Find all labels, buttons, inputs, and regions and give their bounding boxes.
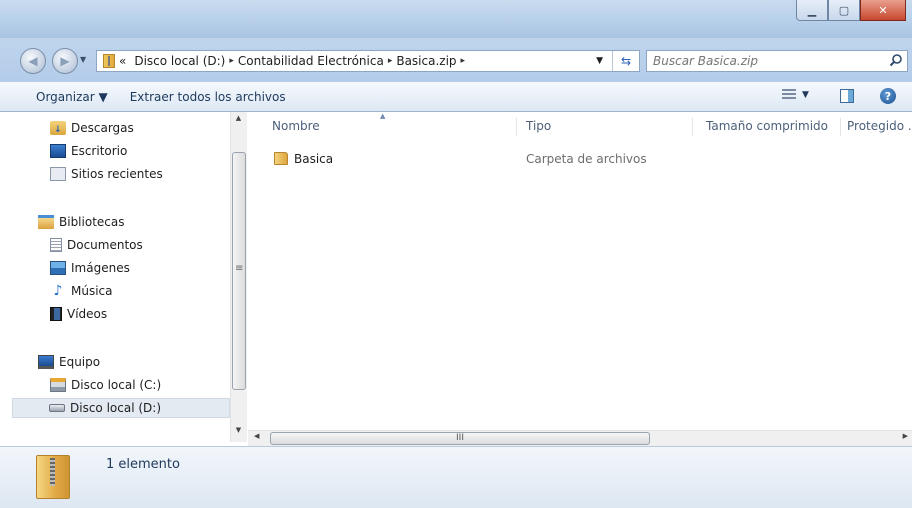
breadcrumb-basica-zip[interactable]: Basica.zip [392, 54, 460, 68]
scroll-left-button[interactable]: ◀ [254, 432, 259, 440]
file-type: Carpeta de archivos [526, 152, 647, 166]
search-icon[interactable] [889, 53, 903, 70]
column-header-protegido[interactable]: Protegido . [847, 114, 912, 138]
column-divider[interactable] [516, 118, 517, 136]
forward-button[interactable]: ▶ [52, 48, 78, 74]
sidebar-item-videos[interactable]: Vídeos [50, 304, 230, 324]
column-divider[interactable] [840, 118, 841, 136]
scroll-right-button[interactable]: ▶ [903, 432, 908, 440]
sidebar-item-label: Vídeos [67, 307, 108, 321]
sidebar-item-disco-d[interactable]: Disco local (D:) [12, 398, 230, 418]
caption-buttons: ▁ ▢ ✕ [796, 0, 906, 22]
system-drive-icon [50, 378, 66, 392]
back-arrow-icon: ◀ [28, 54, 38, 68]
pictures-icon [50, 261, 66, 275]
back-button[interactable]: ◀ [20, 48, 46, 74]
sidebar-item-disco-c[interactable]: Disco local (C:) [50, 375, 230, 395]
sidebar-item-label: Disco local (C:) [71, 378, 162, 392]
maximize-button[interactable]: ▢ [828, 0, 860, 21]
recent-pages-dropdown[interactable]: ▼ [80, 55, 86, 64]
desktop-icon [50, 144, 66, 158]
scroll-grip-icon: ≡ [235, 263, 244, 274]
breadcrumb-contabilidad[interactable]: Contabilidad Electrónica [234, 54, 388, 68]
file-row[interactable]: Basica Carpeta de archivos [268, 148, 768, 170]
sidebar-item-label: Descargas [71, 121, 134, 135]
recent-places-icon [50, 167, 66, 181]
forward-arrow-icon: ▶ [60, 54, 70, 68]
sidebar-item-label: Imágenes [71, 261, 130, 275]
address-overflow[interactable]: « [115, 54, 130, 68]
folder-icon [274, 152, 288, 165]
horizontal-scrollbar[interactable]: ◀ III ▶ [248, 430, 912, 446]
file-list: ▲ Nombre Tipo Tamaño comprimido Protegid… [248, 112, 912, 430]
sidebar-item-bibliotecas[interactable]: Bibliotecas [38, 212, 230, 232]
scroll-down-button[interactable]: ▼ [231, 426, 246, 440]
item-count: 1 elemento [106, 457, 180, 472]
view-list-icon [782, 89, 796, 101]
preview-pane-button[interactable] [840, 89, 854, 103]
sidebar-item-documentos[interactable]: Documentos [50, 235, 230, 255]
help-button[interactable]: ? [880, 88, 896, 104]
breadcrumb-separator-icon[interactable]: ▸ [461, 56, 466, 66]
sidebar-item-imagenes[interactable]: Imágenes [50, 258, 230, 278]
drive-icon [49, 404, 65, 412]
refresh-button[interactable]: ⇆ [612, 51, 639, 71]
help-icon: ? [880, 88, 896, 104]
chevron-down-icon: ▼ [802, 90, 809, 100]
title-bar[interactable]: ▁ ▢ ✕ [0, 0, 912, 38]
column-header-tamano[interactable]: Tamaño comprimido [706, 114, 828, 138]
computer-icon [38, 355, 54, 369]
sort-ascending-icon: ▲ [380, 112, 386, 120]
sidebar-item-label: Bibliotecas [59, 215, 125, 229]
downloads-folder-icon: ↓ [50, 121, 66, 135]
file-name: Basica [294, 152, 334, 166]
explorer-window: ▁ ▢ ✕ ◀ ▶ ▼ « Disco local (D:) ▸ Contabi… [0, 0, 912, 508]
documents-icon [50, 238, 62, 252]
zip-folder-large-icon [36, 455, 70, 499]
sidebar-item-label: Disco local (D:) [70, 401, 162, 415]
breadcrumb-disco-d[interactable]: Disco local (D:) [130, 54, 229, 68]
sidebar-item-sitios-recientes[interactable]: Sitios recientes [50, 164, 230, 184]
extract-all-button[interactable]: Extraer todos los archivos [122, 90, 294, 104]
column-header-nombre[interactable]: Nombre [272, 114, 320, 138]
minimize-icon: ▁ [807, 3, 817, 17]
scroll-thumb[interactable]: ≡ [232, 152, 246, 390]
close-button[interactable]: ✕ [860, 0, 906, 21]
column-header-tipo[interactable]: Tipo [526, 114, 551, 138]
preview-pane-icon [840, 89, 854, 103]
close-icon: ✕ [878, 3, 888, 17]
minimize-button[interactable]: ▁ [796, 0, 828, 21]
chevron-down-icon: ▼ [80, 55, 87, 64]
command-bar: Organizar ▼ Extraer todos los archivos ▼… [0, 82, 912, 112]
address-bar[interactable]: « Disco local (D:) ▸ Contabilidad Electr… [96, 50, 640, 72]
address-dropdown-button[interactable]: ▼ [596, 56, 603, 66]
column-divider[interactable] [692, 118, 693, 136]
navigation-pane: ↓ Descargas Escritorio Sitios recientes … [10, 112, 230, 442]
details-pane: 1 elemento [0, 446, 912, 508]
sidebar-item-label: Música [71, 284, 113, 298]
sidebar-item-musica[interactable]: ♪ Música [50, 281, 230, 301]
sidebar-item-label: Sitios recientes [71, 167, 163, 181]
scroll-grip-icon: III [456, 433, 464, 443]
music-icon: ♪ [53, 283, 63, 299]
chevron-down-icon: ▼ [596, 56, 603, 66]
sidebar-item-escritorio[interactable]: Escritorio [50, 141, 230, 161]
sidebar-item-label: Escritorio [71, 144, 128, 158]
sidebar-item-equipo[interactable]: Equipo [38, 352, 230, 372]
change-view-button[interactable]: ▼ [782, 89, 809, 101]
refresh-icon: ⇆ [620, 54, 632, 68]
navigation-scrollbar[interactable]: ▲ ≡ ▼ [230, 112, 247, 442]
videos-icon [50, 307, 62, 321]
sidebar-item-descargas[interactable]: ↓ Descargas [50, 118, 230, 138]
zip-folder-icon [103, 54, 115, 68]
maximize-icon: ▢ [838, 3, 850, 17]
search-box[interactable] [646, 50, 908, 72]
sidebar-item-label: Documentos [67, 238, 143, 252]
organize-button[interactable]: Organizar ▼ [28, 90, 116, 104]
libraries-icon [38, 215, 54, 229]
sidebar-item-label: Equipo [59, 355, 101, 369]
search-input[interactable] [647, 53, 885, 69]
scroll-up-button[interactable]: ▲ [231, 114, 246, 128]
horizontal-scroll-thumb[interactable]: III [270, 432, 650, 445]
